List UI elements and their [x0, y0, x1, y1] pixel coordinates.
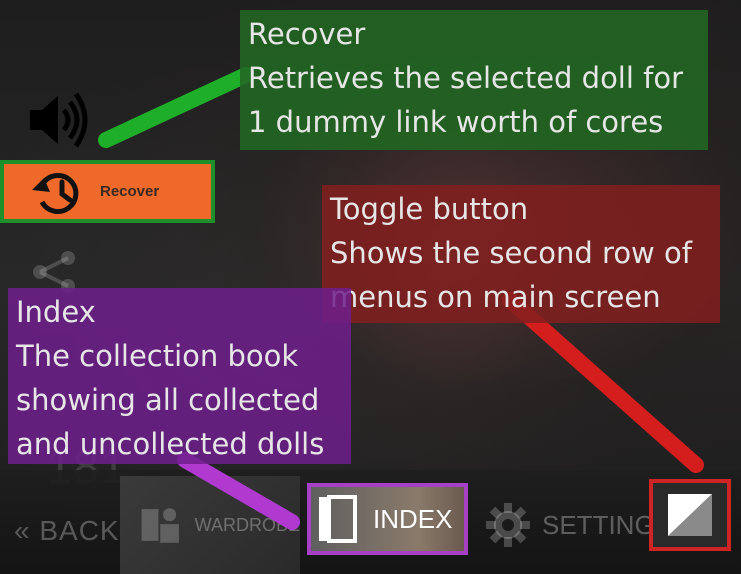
toggle-callout-line-1: Shows the second row of	[330, 236, 692, 270]
toggle-button[interactable]	[649, 479, 731, 551]
toggle-icon	[668, 494, 712, 536]
setting-label: SETTING	[542, 509, 655, 540]
recover-callout-line-2: 1 dummy link worth of cores	[248, 105, 664, 139]
recover-callout-title: Recover	[248, 17, 366, 51]
book-icon	[319, 495, 357, 543]
index-callout-title: Index	[16, 295, 96, 329]
index-callout-line-3: and uncollected dolls	[16, 427, 325, 461]
index-callout-line-2: showing all collected	[16, 383, 320, 417]
index-callout: Index The collection book showing all co…	[8, 288, 351, 464]
index-label: INDEX	[373, 503, 453, 534]
wardrobe-label: WARDROBE	[194, 514, 300, 535]
speaker-icon[interactable]	[28, 90, 90, 150]
recover-callout-line-1: Retrieves the selected doll for	[248, 61, 684, 95]
back-button[interactable]: « BACK	[14, 515, 120, 547]
recover-callout: Recover Retrieves the selected doll for …	[240, 10, 708, 150]
index-button[interactable]: INDEX	[307, 483, 468, 555]
index-callout-line-1: The collection book	[16, 339, 299, 373]
toggle-callout-title: Toggle button	[330, 192, 529, 226]
gear-icon	[486, 503, 530, 547]
history-clock-icon	[32, 172, 79, 214]
toggle-callout-line-2: menus on main screen	[330, 280, 661, 314]
recover-label: Recover	[100, 183, 160, 200]
wardrobe-button[interactable]: WARDROBE	[120, 476, 300, 574]
toggle-callout: Toggle button Shows the second row of me…	[322, 185, 720, 323]
setting-button[interactable]: SETTING	[484, 495, 655, 555]
recover-button[interactable]: Recover	[0, 160, 215, 223]
wardrobe-icon	[141, 508, 179, 543]
